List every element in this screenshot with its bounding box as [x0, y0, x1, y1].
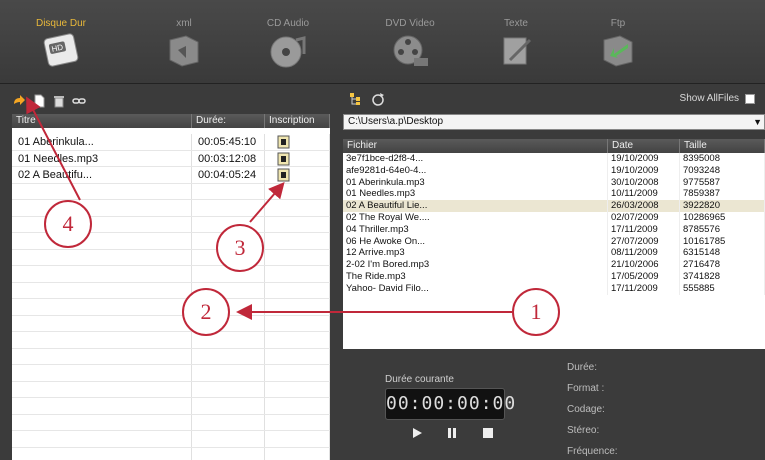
- callout-3: 3: [216, 224, 264, 272]
- callout-4: 4: [44, 200, 92, 248]
- callout-arrows: [26, 96, 512, 320]
- callout-2: 2: [182, 288, 230, 336]
- callout-1: 1: [512, 288, 560, 336]
